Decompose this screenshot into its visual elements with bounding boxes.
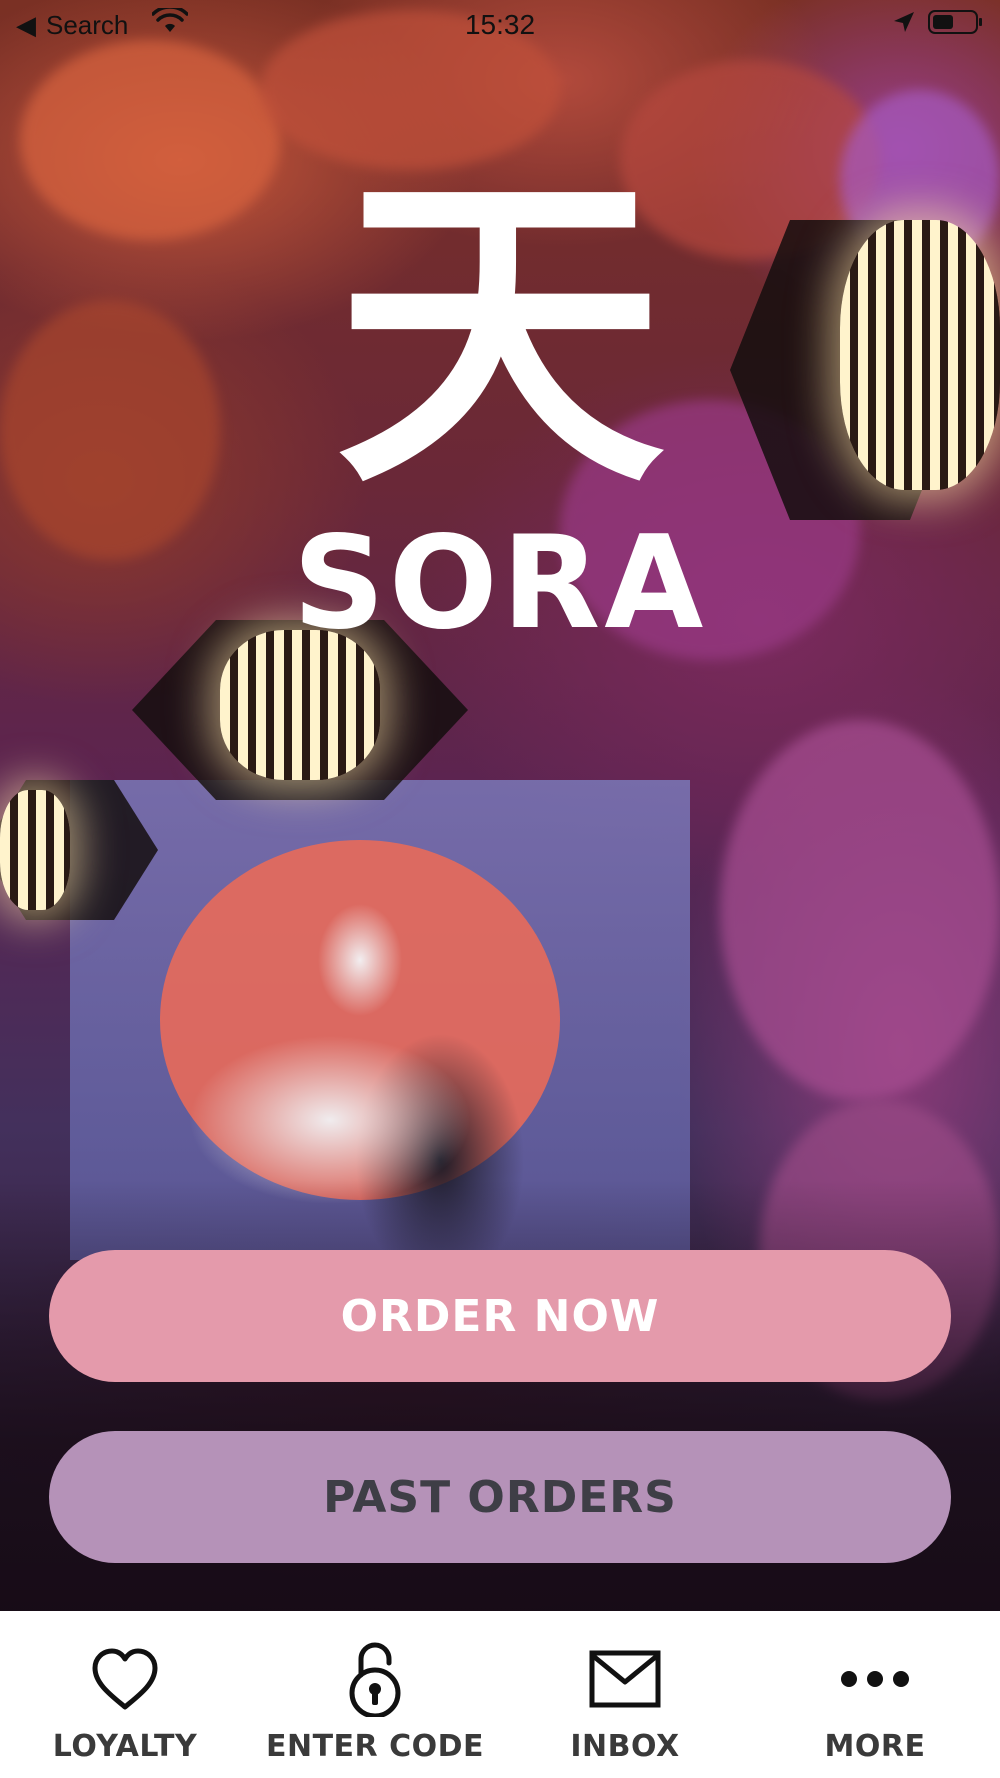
envelope-icon <box>589 1643 661 1715</box>
heart-icon <box>89 1643 161 1715</box>
tab-more-label: MORE <box>824 1729 926 1764</box>
unlock-icon <box>339 1642 411 1717</box>
location-arrow-icon <box>892 10 916 41</box>
logo-wordmark: SORA <box>292 509 708 658</box>
sora-logo: 天 SORA <box>0 170 1000 648</box>
status-time: 15:32 <box>464 9 536 40</box>
tab-inbox[interactable]: INBOX <box>500 1611 750 1778</box>
order-now-button[interactable]: ORDER NOW <box>49 1250 951 1382</box>
home-screen: ◀ Search 15:32 天 SORA ORDER NOW PAST ORD… <box>0 0 1000 1778</box>
lantern-left <box>0 790 70 910</box>
bottom-tab-bar: LOYALTY ENTER CODE INBOX MORE <box>0 1611 1000 1778</box>
logo-kanji: 天 <box>335 143 665 527</box>
past-orders-button[interactable]: PAST ORDERS <box>49 1431 951 1563</box>
tab-enter-code[interactable]: ENTER CODE <box>250 1611 500 1778</box>
tab-more[interactable]: MORE <box>750 1611 1000 1778</box>
status-bar: ◀ Search 15:32 <box>0 0 1000 50</box>
more-dots-icon <box>839 1643 911 1715</box>
tab-inbox-label: INBOX <box>570 1729 680 1764</box>
tab-loyalty[interactable]: LOYALTY <box>0 1611 250 1778</box>
tab-enter-code-label: ENTER CODE <box>265 1729 485 1764</box>
battery-icon <box>928 10 982 34</box>
tab-loyalty-label: LOYALTY <box>52 1729 198 1764</box>
